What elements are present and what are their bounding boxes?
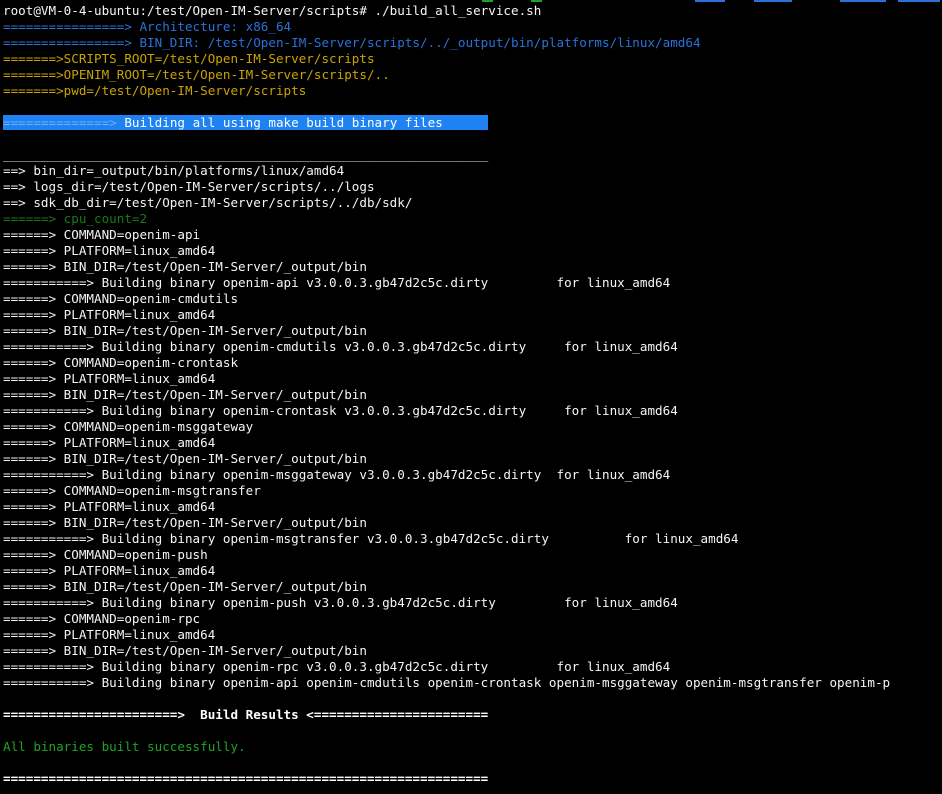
clipped-text-fragment — [482, 0, 493, 2]
terminal-line — [3, 755, 942, 771]
terminal-line: =======================> Build Results <… — [3, 707, 942, 723]
terminal-line: ===========> Building binary openim-cmdu… — [3, 339, 942, 355]
terminal-line: ________________________________________… — [3, 147, 942, 163]
terminal-line: root@VM-0-4-ubuntu:/test/Open-IM-Server/… — [3, 3, 942, 19]
terminal-line: =======>OPENIM_ROOT=/test/Open-IM-Server… — [3, 67, 942, 83]
terminal-line — [3, 691, 942, 707]
terminal-line: ===========> Building binary openim-push… — [3, 595, 942, 611]
terminal-line: =======>pwd=/test/Open-IM-Server/scripts — [3, 83, 942, 99]
selection-arrow: ==============> — [3, 115, 124, 130]
terminal-line: ======> PLATFORM=linux_amd64 — [3, 499, 942, 515]
terminal-line: ===========> Building binary openim-api … — [3, 275, 942, 291]
terminal-line: All binaries built successfully. — [3, 739, 942, 755]
terminal-line: ======> COMMAND=openim-api — [3, 227, 942, 243]
terminal-line: ======> BIN_DIR=/test/Open-IM-Server/_ou… — [3, 259, 942, 275]
terminal-line: ==============> Building all using make … — [3, 115, 942, 131]
clipped-text-fragment — [840, 0, 886, 2]
terminal-line: ===========> Building binary openim-api … — [3, 675, 942, 691]
terminal-line: ======> COMMAND=openim-push — [3, 547, 942, 563]
terminal-output: root@VM-0-4-ubuntu:/test/Open-IM-Server/… — [3, 3, 942, 787]
terminal-line: ======> PLATFORM=linux_amd64 — [3, 627, 942, 643]
terminal-line — [3, 99, 942, 115]
terminal-line — [3, 131, 942, 147]
terminal-line: ======> PLATFORM=linux_amd64 — [3, 243, 942, 259]
terminal-line — [3, 723, 942, 739]
terminal-line: ======> COMMAND=openim-crontask — [3, 355, 942, 371]
terminal-line: ======> PLATFORM=linux_amd64 — [3, 563, 942, 579]
terminal-line: ========================================… — [3, 771, 942, 787]
terminal-line: =======>SCRIPTS_ROOT=/test/Open-IM-Serve… — [3, 51, 942, 67]
terminal-line: ===========> Building binary openim-rpc … — [3, 659, 942, 675]
clipped-text-fragment — [898, 0, 940, 2]
terminal-line: ================> BIN_DIR: /test/Open-IM… — [3, 35, 942, 51]
terminal-line: ======> PLATFORM=linux_amd64 — [3, 307, 942, 323]
terminal-line: ==> sdk_db_dir=/test/Open-IM-Server/scri… — [3, 195, 942, 211]
clipped-text-fragment — [531, 0, 542, 2]
terminal-line: ================> Architecture: x86_64 — [3, 19, 942, 35]
clipped-text-fragment — [695, 0, 725, 2]
terminal-line: ======> BIN_DIR=/test/Open-IM-Server/_ou… — [3, 387, 942, 403]
terminal-line: ======> PLATFORM=linux_amd64 — [3, 371, 942, 387]
terminal-screen[interactable]: root@VM-0-4-ubuntu:/test/Open-IM-Server/… — [0, 0, 942, 794]
terminal-line: ======> BIN_DIR=/test/Open-IM-Server/_ou… — [3, 643, 942, 659]
terminal-line: ======> BIN_DIR=/test/Open-IM-Server/_ou… — [3, 515, 942, 531]
terminal-line: ======> BIN_DIR=/test/Open-IM-Server/_ou… — [3, 579, 942, 595]
terminal-line: ===========> Building binary openim-msgg… — [3, 467, 942, 483]
terminal-line: ======> BIN_DIR=/test/Open-IM-Server/_ou… — [3, 323, 942, 339]
terminal-line: ======> BIN_DIR=/test/Open-IM-Server/_ou… — [3, 451, 942, 467]
terminal-line: ======> PLATFORM=linux_amd64 — [3, 435, 942, 451]
clipped-text-fragment — [754, 0, 792, 2]
terminal-line: ======> COMMAND=openim-msggateway — [3, 419, 942, 435]
terminal-line: ======> COMMAND=openim-cmdutils — [3, 291, 942, 307]
terminal-line: ======> COMMAND=openim-msgtransfer — [3, 483, 942, 499]
terminal-line: ======> cpu_count=2 — [3, 211, 942, 227]
terminal-line: ==> bin_dir=_output/bin/platforms/linux/… — [3, 163, 942, 179]
terminal-line: ===========> Building binary openim-msgt… — [3, 531, 942, 547]
terminal-line: ======> COMMAND=openim-rpc — [3, 611, 942, 627]
terminal-line: ===========> Building binary openim-cron… — [3, 403, 942, 419]
selected-text: Building all using make build binary fil… — [124, 115, 488, 130]
terminal-line: ==> logs_dir=/test/Open-IM-Server/script… — [3, 179, 942, 195]
